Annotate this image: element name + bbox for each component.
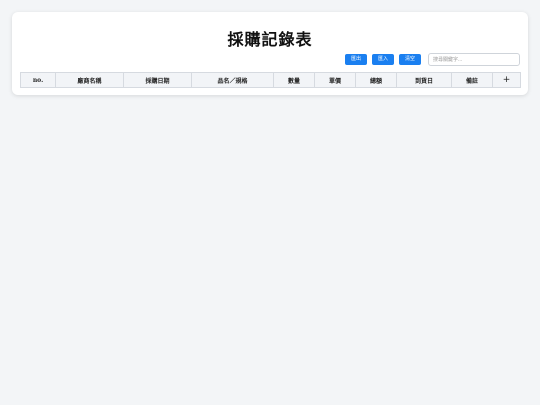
export-button[interactable]: 匯出: [344, 54, 367, 65]
toolbar: 匯出 匯入 清空: [344, 53, 520, 66]
column-header-vendor-name[interactable]: 廠商名稱: [55, 72, 124, 88]
column-header-total[interactable]: 總額: [355, 72, 397, 88]
page-title: 採購記錄表: [227, 30, 313, 49]
search-input[interactable]: [428, 53, 520, 66]
add-column-button[interactable]: +: [492, 72, 521, 88]
column-header-purchase-date[interactable]: 採購日期: [123, 72, 192, 88]
import-button[interactable]: 匯入: [371, 54, 394, 65]
column-header-quantity[interactable]: 數量: [273, 72, 315, 88]
column-header-no[interactable]: no.: [20, 72, 56, 88]
purchase-record-card: 採購記錄表 匯出 匯入 清空 no. 廠商名稱: [12, 12, 528, 95]
purchase-table-container: no. 廠商名稱 採購日期 品名／規格 數量 單價 總額 到貨日 備註 +: [20, 72, 521, 88]
column-header-arrival-date[interactable]: 到貨日: [396, 72, 452, 88]
clear-button[interactable]: 清空: [398, 54, 421, 65]
column-header-unit-price[interactable]: 單價: [314, 72, 356, 88]
column-header-item-spec[interactable]: 品名／規格: [191, 72, 274, 88]
table-header-row: no. 廠商名稱 採購日期 品名／規格 數量 單價 總額 到貨日 備註 +: [20, 72, 521, 88]
purchase-table: no. 廠商名稱 採購日期 品名／規格 數量 單價 總額 到貨日 備註 +: [20, 72, 521, 88]
column-header-notes[interactable]: 備註: [451, 72, 493, 88]
